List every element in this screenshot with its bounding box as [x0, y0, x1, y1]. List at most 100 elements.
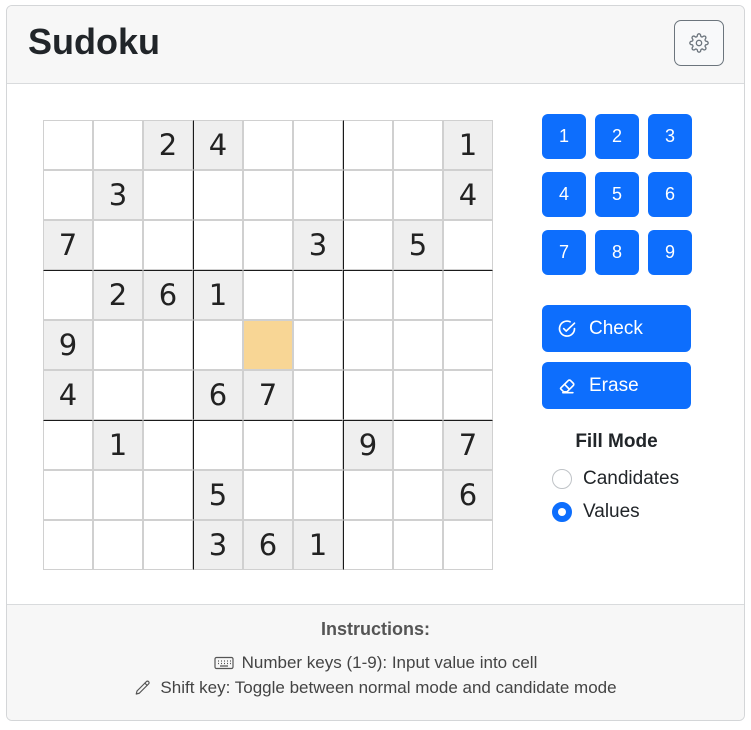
sudoku-cell-r8-c5[interactable]	[243, 470, 293, 520]
erase-button[interactable]: Erase	[542, 362, 691, 409]
number-button-5[interactable]: 5	[595, 172, 639, 217]
sudoku-cell-r5-c2[interactable]	[93, 320, 143, 370]
sudoku-cell-r5-c5[interactable]	[243, 320, 293, 370]
sudoku-cell-r1-c2[interactable]	[93, 120, 143, 170]
sudoku-cell-r6-c1[interactable]: 4	[43, 370, 93, 420]
sudoku-cell-r4-c3[interactable]: 6	[143, 270, 193, 320]
sudoku-cell-r1-c5[interactable]	[243, 120, 293, 170]
values-radio[interactable]	[552, 502, 572, 522]
sudoku-cell-r7-c2[interactable]: 1	[93, 420, 143, 470]
sudoku-cell-r1-c1[interactable]	[43, 120, 93, 170]
sudoku-cell-r9-c5[interactable]: 6	[243, 520, 293, 570]
number-button-9[interactable]: 9	[648, 230, 692, 275]
number-button-1[interactable]: 1	[542, 114, 586, 159]
sudoku-cell-r9-c4[interactable]: 3	[193, 520, 243, 570]
sudoku-cell-r4-c9[interactable]	[443, 270, 493, 320]
sudoku-cell-r6-c6[interactable]	[293, 370, 343, 420]
sudoku-cell-r8-c4[interactable]: 5	[193, 470, 243, 520]
sudoku-cell-r3-c8[interactable]: 5	[393, 220, 443, 270]
sudoku-cell-r2-c9[interactable]: 4	[443, 170, 493, 220]
sudoku-cell-r7-c6[interactable]	[293, 420, 343, 470]
sudoku-cell-r7-c4[interactable]	[193, 420, 243, 470]
sudoku-cell-r3-c9[interactable]	[443, 220, 493, 270]
sudoku-cell-r2-c5[interactable]	[243, 170, 293, 220]
check-button[interactable]: Check	[542, 305, 691, 352]
sudoku-cell-r8-c8[interactable]	[393, 470, 443, 520]
sudoku-cell-r1-c6[interactable]	[293, 120, 343, 170]
sudoku-cell-r5-c1[interactable]: 9	[43, 320, 93, 370]
fill-mode-candidates-option[interactable]: Candidates	[552, 468, 679, 490]
sudoku-cell-r8-c6[interactable]	[293, 470, 343, 520]
sudoku-cell-r7-c9[interactable]: 7	[443, 420, 493, 470]
sudoku-cell-r3-c1[interactable]: 7	[43, 220, 93, 270]
sudoku-cell-r7-c7[interactable]: 9	[343, 420, 393, 470]
sudoku-cell-r7-c5[interactable]	[243, 420, 293, 470]
sudoku-cell-r7-c8[interactable]	[393, 420, 443, 470]
sudoku-cell-r5-c9[interactable]	[443, 320, 493, 370]
sudoku-cell-r9-c9[interactable]	[443, 520, 493, 570]
settings-button[interactable]	[674, 20, 724, 66]
number-button-4[interactable]: 4	[542, 172, 586, 217]
number-button-8[interactable]: 8	[595, 230, 639, 275]
sudoku-cell-r8-c3[interactable]	[143, 470, 193, 520]
sudoku-cell-r6-c8[interactable]	[393, 370, 443, 420]
sudoku-cell-r2-c7[interactable]	[343, 170, 393, 220]
sudoku-cell-r6-c2[interactable]	[93, 370, 143, 420]
sudoku-cell-r6-c7[interactable]	[343, 370, 393, 420]
sudoku-cell-r9-c7[interactable]	[343, 520, 393, 570]
sudoku-cell-r6-c3[interactable]	[143, 370, 193, 420]
fill-mode-label: Fill Mode	[575, 431, 658, 452]
sudoku-cell-r3-c6[interactable]: 3	[293, 220, 343, 270]
sudoku-cell-r9-c1[interactable]	[43, 520, 93, 570]
sudoku-cell-r6-c4[interactable]: 6	[193, 370, 243, 420]
sudoku-cell-r2-c2[interactable]: 3	[93, 170, 143, 220]
sudoku-cell-r1-c7[interactable]	[343, 120, 393, 170]
sudoku-cell-r2-c4[interactable]	[193, 170, 243, 220]
sudoku-cell-r8-c2[interactable]	[93, 470, 143, 520]
sudoku-cell-r4-c7[interactable]	[343, 270, 393, 320]
sudoku-cell-r5-c3[interactable]	[143, 320, 193, 370]
sudoku-cell-r3-c3[interactable]	[143, 220, 193, 270]
sudoku-cell-r3-c7[interactable]	[343, 220, 393, 270]
sudoku-cell-r4-c1[interactable]	[43, 270, 93, 320]
sudoku-cell-r5-c7[interactable]	[343, 320, 393, 370]
sudoku-cell-r1-c4[interactable]: 4	[193, 120, 243, 170]
sudoku-cell-r8-c1[interactable]	[43, 470, 93, 520]
sudoku-cell-r6-c5[interactable]: 7	[243, 370, 293, 420]
sudoku-cell-r8-c9[interactable]: 6	[443, 470, 493, 520]
candidates-radio[interactable]	[552, 469, 572, 489]
sudoku-cell-r1-c9[interactable]: 1	[443, 120, 493, 170]
fill-mode-values-option[interactable]: Values	[552, 501, 640, 523]
sudoku-cell-r2-c3[interactable]	[143, 170, 193, 220]
number-button-3[interactable]: 3	[648, 114, 692, 159]
sudoku-cell-r3-c5[interactable]	[243, 220, 293, 270]
gear-icon	[689, 33, 709, 53]
sudoku-cell-r2-c8[interactable]	[393, 170, 443, 220]
number-button-6[interactable]: 6	[648, 172, 692, 217]
card-header: Sudoku	[7, 6, 744, 84]
sudoku-cell-r5-c8[interactable]	[393, 320, 443, 370]
sudoku-cell-r7-c3[interactable]	[143, 420, 193, 470]
sudoku-cell-r2-c1[interactable]	[43, 170, 93, 220]
sudoku-cell-r5-c4[interactable]	[193, 320, 243, 370]
sudoku-cell-r7-c1[interactable]	[43, 420, 93, 470]
sudoku-cell-r2-c6[interactable]	[293, 170, 343, 220]
sudoku-cell-r4-c8[interactable]	[393, 270, 443, 320]
sudoku-cell-r3-c2[interactable]	[93, 220, 143, 270]
sudoku-cell-r4-c2[interactable]: 2	[93, 270, 143, 320]
sudoku-cell-r9-c6[interactable]: 1	[293, 520, 343, 570]
number-button-2[interactable]: 2	[595, 114, 639, 159]
sudoku-cell-r1-c3[interactable]: 2	[143, 120, 193, 170]
sudoku-cell-r5-c6[interactable]	[293, 320, 343, 370]
sudoku-cell-r1-c8[interactable]	[393, 120, 443, 170]
sudoku-cell-r9-c8[interactable]	[393, 520, 443, 570]
sudoku-cell-r6-c9[interactable]	[443, 370, 493, 420]
sudoku-cell-r3-c4[interactable]	[193, 220, 243, 270]
sudoku-cell-r9-c2[interactable]	[93, 520, 143, 570]
sudoku-cell-r4-c4[interactable]: 1	[193, 270, 243, 320]
sudoku-cell-r4-c6[interactable]	[293, 270, 343, 320]
sudoku-cell-r9-c3[interactable]	[143, 520, 193, 570]
sudoku-cell-r4-c5[interactable]	[243, 270, 293, 320]
number-button-7[interactable]: 7	[542, 230, 586, 275]
sudoku-cell-r8-c7[interactable]	[343, 470, 393, 520]
